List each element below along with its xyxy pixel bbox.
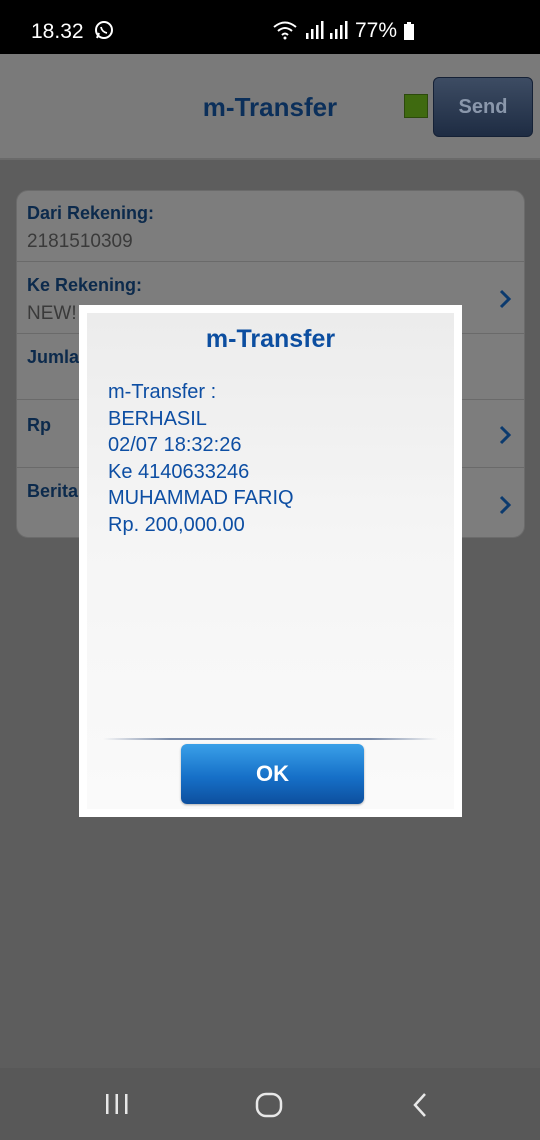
chevron-right-icon <box>499 495 512 515</box>
jumlah-label: Jumla <box>27 347 80 367</box>
home-icon[interactable] <box>255 1092 283 1118</box>
recents-icon[interactable] <box>104 1092 130 1116</box>
status-bar: 18.32 77% <box>0 0 540 54</box>
dialog-line: Ke 4140633246 <box>108 460 250 483</box>
whatsapp-icon <box>95 21 113 39</box>
status-time: 18.32 <box>31 20 84 43</box>
dialog-line: m-Transfer : <box>108 381 217 403</box>
ke-rekening-value: NEW! <box>27 303 77 324</box>
signal-icon <box>306 21 324 39</box>
chevron-right-icon <box>499 425 512 445</box>
ok-button[interactable]: OK <box>181 744 364 804</box>
dialog-title: m-Transfer <box>205 325 336 353</box>
dialog-line: Rp. 200,000.00 <box>108 513 245 536</box>
chevron-right-icon <box>499 289 512 309</box>
back-icon[interactable] <box>411 1092 429 1118</box>
dialog-line: MUHAMMAD FARIQ <box>108 487 294 509</box>
wifi-icon <box>273 21 297 40</box>
dialog-divider <box>103 738 438 740</box>
dari-rekening-label: Dari Rekening: <box>27 203 155 223</box>
battery-icon <box>404 22 414 40</box>
app-header: m-Transfer Send <box>0 54 540 160</box>
battery-percent: 77% <box>355 19 398 42</box>
rp-label: Rp <box>27 415 51 435</box>
dari-rekening-value: 2181510309 <box>27 231 133 252</box>
dialog-line: BERHASIL <box>108 407 207 430</box>
status-indicator <box>404 94 428 118</box>
berita-label: Berita <box>27 481 79 501</box>
signal-icon <box>330 21 348 39</box>
dialog-message: m-Transfer : BERHASIL 02/07 18:32:26 Ke … <box>108 379 294 538</box>
send-button[interactable]: Send <box>433 77 533 137</box>
ke-rekening-label: Ke Rekening: <box>27 275 143 295</box>
nav-bar <box>0 1068 540 1140</box>
dialog-line: 02/07 18:32:26 <box>108 434 242 456</box>
dialog-body: m-Transfer m-Transfer : BERHASIL 02/07 1… <box>87 313 454 809</box>
result-dialog: m-Transfer m-Transfer : BERHASIL 02/07 1… <box>79 305 462 817</box>
dari-rekening-row[interactable]: Dari Rekening: 2181510309 <box>17 191 524 262</box>
